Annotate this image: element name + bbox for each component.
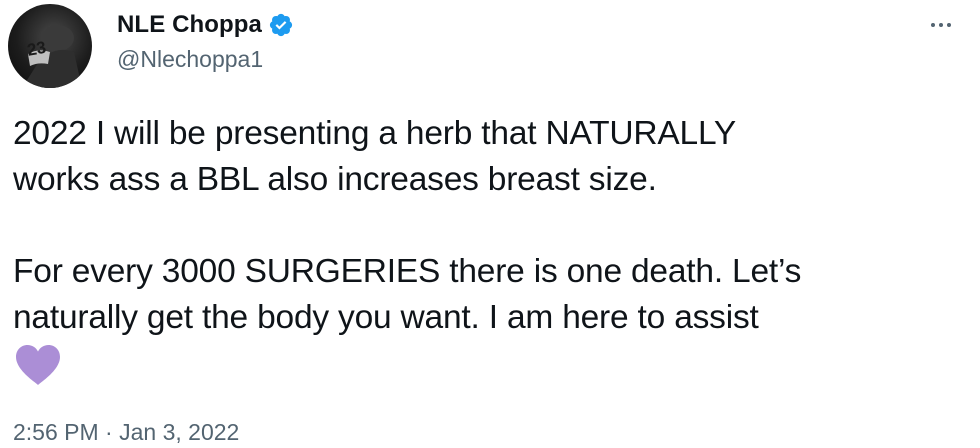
tweet-text: 2022 I will be presenting a herb that NA… xyxy=(13,111,963,341)
tweet-line: For every 3000 SURGERIES there is one de… xyxy=(13,253,802,290)
purple-heart-icon xyxy=(16,345,60,385)
avatar[interactable]: 23 xyxy=(8,4,92,88)
verified-badge-icon[interactable] xyxy=(268,12,294,38)
timestamp-date[interactable]: Jan 3, 2022 xyxy=(119,419,239,445)
svg-text:23: 23 xyxy=(26,38,48,60)
display-name[interactable]: NLE Choppa xyxy=(117,11,262,39)
avatar-image: 23 xyxy=(22,25,82,88)
timestamp-time[interactable]: 2:56 PM xyxy=(13,419,99,445)
tweet-card: 23 NLE Choppa @Nlechoppa1 2022 I will be… xyxy=(0,0,980,448)
tweet-timestamp: 2:56 PM · Jan 3, 2022 xyxy=(13,419,239,446)
more-dot xyxy=(947,23,951,27)
tweet-line: works ass a BBL also increases breast si… xyxy=(13,161,657,198)
more-dot xyxy=(939,23,943,27)
tweet-line: naturally get the body you want. I am he… xyxy=(13,299,759,336)
author-name-row: NLE Choppa xyxy=(117,8,294,42)
author-handle[interactable]: @Nlechoppa1 xyxy=(117,46,263,73)
more-horizontal-icon xyxy=(931,23,935,27)
timestamp-separator: · xyxy=(105,419,113,445)
tweet-line: 2022 I will be presenting a herb that NA… xyxy=(13,115,737,152)
more-options-button[interactable] xyxy=(921,10,961,40)
